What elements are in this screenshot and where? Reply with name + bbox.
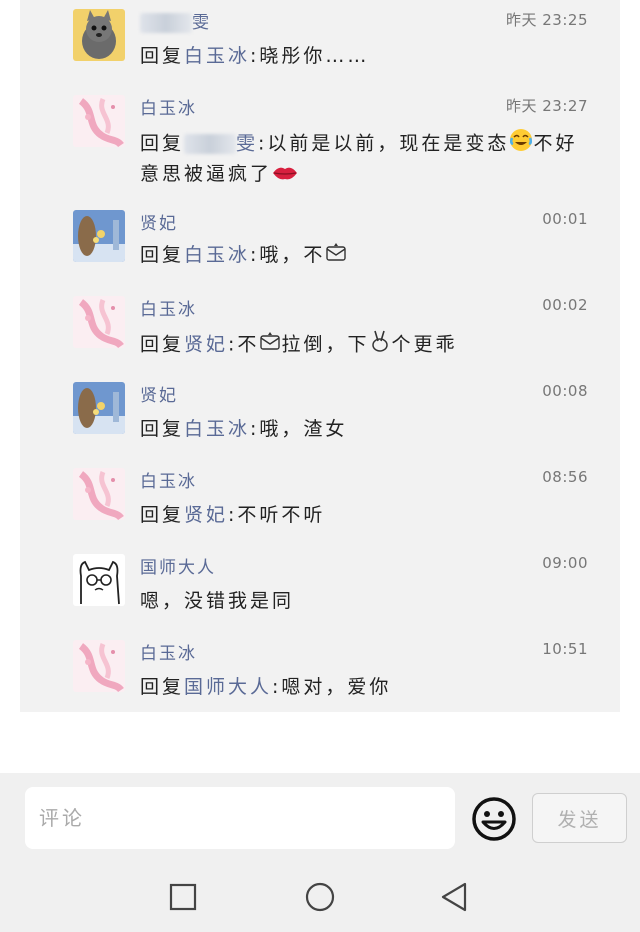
send-button[interactable]: 发送 — [532, 793, 627, 843]
comment-time: 昨天 23:27 — [506, 97, 588, 115]
comment-time: 昨天 23:25 — [506, 11, 588, 29]
victory-hand-emoji-icon — [369, 329, 391, 361]
lips-icon — [272, 161, 298, 189]
system-nav-bar — [0, 860, 640, 932]
reply-target[interactable]: 贤妃 — [184, 334, 228, 356]
comment-thread: 雯 昨天 23:25 回复白玉冰:晓彤你…… 白玉冰 昨天 23:27 回复 雯:… — [20, 0, 620, 712]
envelope-emoji-icon — [259, 331, 281, 359]
reply-target[interactable]: 国师大人 — [184, 676, 272, 698]
comment-text[interactable]: 嗯，没错我是同 — [140, 587, 588, 615]
comment-text[interactable]: 回复 雯:以前是以前，现在是变态 不好意思被逼疯了 — [140, 128, 588, 189]
comment-input[interactable] — [25, 787, 455, 849]
comment-time: 00:01 — [542, 210, 588, 228]
reply-target[interactable]: 白玉冰 — [184, 418, 250, 440]
comment-item: 贤妃 00:08 回复白玉冰:哦，渣女 — [20, 373, 620, 459]
avatar[interactable] — [73, 296, 125, 348]
avatar[interactable] — [73, 640, 125, 692]
comment-item: 白玉冰 昨天 23:27 回复 雯:以前是以前，现在是变态 不好意思被逼疯了 — [20, 86, 620, 185]
avatar[interactable] — [73, 382, 125, 434]
comment-item: 白玉冰 00:02 回复贤妃:不 拉倒，下 个更乖 — [20, 287, 620, 373]
comment-text[interactable]: 回复白玉冰:晓彤你…… — [140, 42, 588, 70]
comment-time: 10:51 — [542, 640, 588, 658]
commenter-name[interactable]: 白玉冰 — [140, 94, 197, 119]
reply-target[interactable]: 白玉冰 — [184, 244, 250, 266]
comment-time: 08:56 — [542, 468, 588, 486]
reply-target[interactable]: 贤妃 — [184, 504, 228, 526]
avatar[interactable] — [73, 468, 125, 520]
commenter-name[interactable]: 贤妃 — [140, 209, 178, 234]
commenter-name[interactable]: 白玉冰 — [140, 639, 197, 664]
commenter-name[interactable]: 国师大人 — [140, 553, 216, 578]
comment-text[interactable]: 回复贤妃:不 拉倒，下 个更乖 — [140, 329, 588, 361]
redacted-name-blur — [140, 13, 192, 33]
comment-item: 白玉冰 08:56 回复贤妃:不听不听 — [20, 459, 620, 545]
comment-item: 国师大人 09:00 嗯，没错我是同 — [20, 545, 620, 631]
triangle-back-icon[interactable] — [438, 880, 472, 914]
smiley-icon[interactable] — [470, 795, 518, 843]
crying-laughing-emoji-icon — [509, 128, 533, 160]
comment-time: 09:00 — [542, 554, 588, 572]
avatar[interactable] — [73, 210, 125, 262]
commenter-name[interactable]: 雯 — [140, 8, 211, 33]
commenter-name[interactable]: 贤妃 — [140, 381, 178, 406]
circle-home-icon[interactable] — [303, 880, 337, 914]
comment-input-bar: 发送 — [0, 773, 640, 860]
comment-text[interactable]: 回复白玉冰:哦，不 — [140, 241, 588, 270]
square-recents-icon[interactable] — [166, 880, 200, 914]
comment-text[interactable]: 回复白玉冰:哦，渣女 — [140, 415, 588, 443]
comment-text[interactable]: 回复贤妃:不听不听 — [140, 501, 588, 529]
comment-item: 贤妃 00:01 回复白玉冰:哦，不 — [20, 201, 620, 287]
comment-text[interactable]: 回复国师大人:嗯对，爱你 — [140, 673, 588, 701]
comment-item: 白玉冰 10:51 回复国师大人:嗯对，爱你 — [20, 631, 620, 717]
reply-target[interactable]: 白玉冰 — [184, 45, 250, 67]
comment-time: 00:08 — [542, 382, 588, 400]
commenter-name[interactable]: 白玉冰 — [140, 295, 197, 320]
avatar[interactable] — [73, 554, 125, 606]
avatar[interactable] — [73, 95, 125, 147]
redacted-name-blur — [184, 134, 237, 154]
avatar[interactable] — [73, 9, 125, 61]
commenter-name[interactable]: 白玉冰 — [140, 467, 197, 492]
comment-item: 雯 昨天 23:25 回复白玉冰:晓彤你…… — [20, 0, 620, 86]
comment-time: 00:02 — [542, 296, 588, 314]
envelope-emoji-icon — [325, 242, 347, 270]
reply-target[interactable]: 雯 — [236, 133, 258, 155]
